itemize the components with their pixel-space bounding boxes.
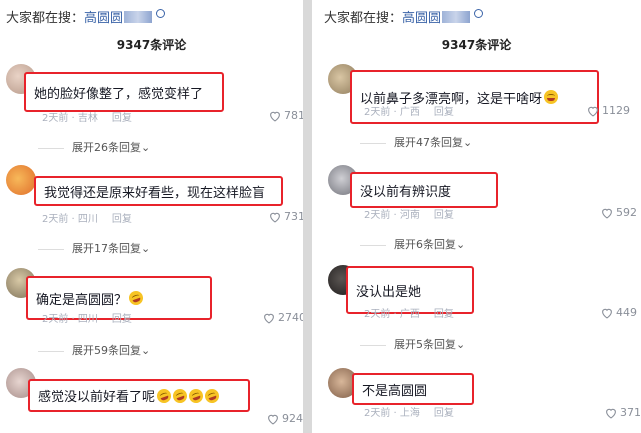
search-keyword[interactable]: 高圆圆 (402, 11, 441, 26)
avatar[interactable] (6, 165, 36, 195)
like-count: 731 (284, 210, 303, 223)
chevron-down-icon: ⌄ (463, 136, 473, 149)
laughing-emoji-icon (171, 386, 189, 405)
heart-icon (268, 414, 278, 425)
comment-meta: 2天前 · 上海 回复 (364, 408, 454, 419)
comment-text: 不是高圆圆 (352, 373, 474, 405)
like-button[interactable]: 449 (600, 306, 637, 319)
reply-button[interactable]: 回复 (112, 214, 132, 225)
laughing-emoji-icon (155, 386, 173, 405)
screenshot-stage: 大家都在搜：高圆圆 9347条评论 她的脸好像整了，感觉变样了 2天前 · 吉林… (0, 0, 641, 433)
search-icon[interactable] (156, 9, 166, 18)
expand-replies-button[interactable]: 展开26条回复⌄ (38, 139, 150, 155)
expand-replies-button[interactable]: 展开5条回复⌄ (360, 336, 465, 352)
right-comment-panel: 大家都在搜：高圆圆 9347条评论 以前鼻子多漂亮啊，这是干啥呀 2天前 · 广… (312, 0, 641, 433)
comment-meta: 2天前 · 河南 回复 (364, 210, 454, 221)
divider (38, 350, 64, 352)
chevron-down-icon: ⌄ (141, 344, 151, 357)
divider (360, 344, 386, 346)
like-count: 924 (282, 412, 303, 425)
like-button[interactable]: 371 (604, 406, 641, 419)
heart-icon (264, 313, 274, 324)
search-keyword[interactable]: 高圆圆 (84, 11, 123, 26)
left-comment-panel: 大家都在搜：高圆圆 9347条评论 她的脸好像整了，感觉变样了 2天前 · 吉林… (0, 0, 303, 433)
reply-button[interactable]: 回复 (112, 314, 132, 325)
heart-icon (602, 308, 612, 319)
blurred-text (124, 11, 153, 23)
expand-replies-button[interactable]: 展开47条回复⌄ (360, 134, 472, 150)
like-count: 449 (616, 306, 637, 319)
like-button[interactable]: 781 (268, 109, 303, 122)
comment-meta: 2天前 · 四川 回复 (42, 314, 132, 325)
reply-button[interactable]: 回复 (434, 210, 454, 221)
comment-meta: 2天前 · 吉林 回复 (42, 113, 132, 124)
comment-meta: 2天前 · 四川 回复 (42, 214, 132, 225)
like-count: 592 (616, 206, 637, 219)
heart-icon (588, 106, 598, 117)
comment-meta: 2天前 · 广西 回复 (364, 107, 454, 118)
comment-count: 9347条评论 (116, 38, 187, 52)
blurred-text (442, 11, 471, 23)
hot-search-bar[interactable]: 大家都在搜：高圆圆 (6, 7, 166, 26)
divider (360, 142, 386, 144)
expand-replies-button[interactable]: 展开17条回复⌄ (38, 240, 150, 256)
divider (38, 147, 64, 149)
like-button[interactable]: 592 (600, 206, 637, 219)
comment-text: 她的脸好像整了，感觉变样了 (24, 72, 224, 112)
divider (360, 244, 386, 246)
like-count: 781 (284, 109, 303, 122)
comment-count: 9347条评论 (441, 38, 512, 52)
reply-button[interactable]: 回复 (112, 113, 132, 124)
chevron-down-icon: ⌄ (141, 242, 151, 255)
reply-button[interactable]: 回复 (434, 309, 454, 320)
search-prefix: 大家都在搜： (6, 11, 85, 26)
laughing-emoji-icon (203, 386, 221, 405)
laughing-emoji-icon (127, 289, 145, 307)
expand-replies-button[interactable]: 展开6条回复⌄ (360, 236, 465, 252)
heart-icon (602, 208, 612, 219)
hot-search-bar[interactable]: 大家都在搜：高圆圆 (324, 7, 484, 26)
chevron-down-icon: ⌄ (456, 338, 466, 351)
heart-icon (606, 408, 616, 419)
like-count: 371 (620, 406, 641, 419)
heart-icon (270, 111, 280, 122)
comment-meta: 2天前 · 广西 回复 (364, 309, 454, 320)
like-button[interactable]: 924 (266, 412, 303, 425)
reply-button[interactable]: 回复 (434, 107, 454, 118)
chevron-down-icon: ⌄ (456, 238, 466, 251)
crying-emoji-icon (544, 90, 559, 104)
chevron-down-icon: ⌄ (141, 141, 151, 154)
reply-button[interactable]: 回复 (434, 408, 454, 419)
comment-text: 我觉得还是原来好看些，现在这样脸盲 (34, 176, 283, 206)
divider (38, 248, 64, 250)
like-count: 2740 (278, 311, 303, 324)
comment-text: 感觉没以前好看了呢 (28, 379, 250, 412)
like-button[interactable]: 731 (268, 210, 303, 223)
laughing-emoji-icon (187, 386, 205, 405)
expand-replies-button[interactable]: 展开59条回复⌄ (38, 342, 150, 358)
search-icon[interactable] (474, 9, 484, 18)
search-prefix: 大家都在搜： (324, 11, 403, 26)
like-count: 1129 (602, 104, 630, 117)
like-button[interactable]: 2740 (262, 311, 303, 324)
like-button[interactable]: 1129 (586, 104, 630, 117)
heart-icon (270, 212, 280, 223)
comment-text: 没以前有辨识度 (350, 172, 498, 208)
